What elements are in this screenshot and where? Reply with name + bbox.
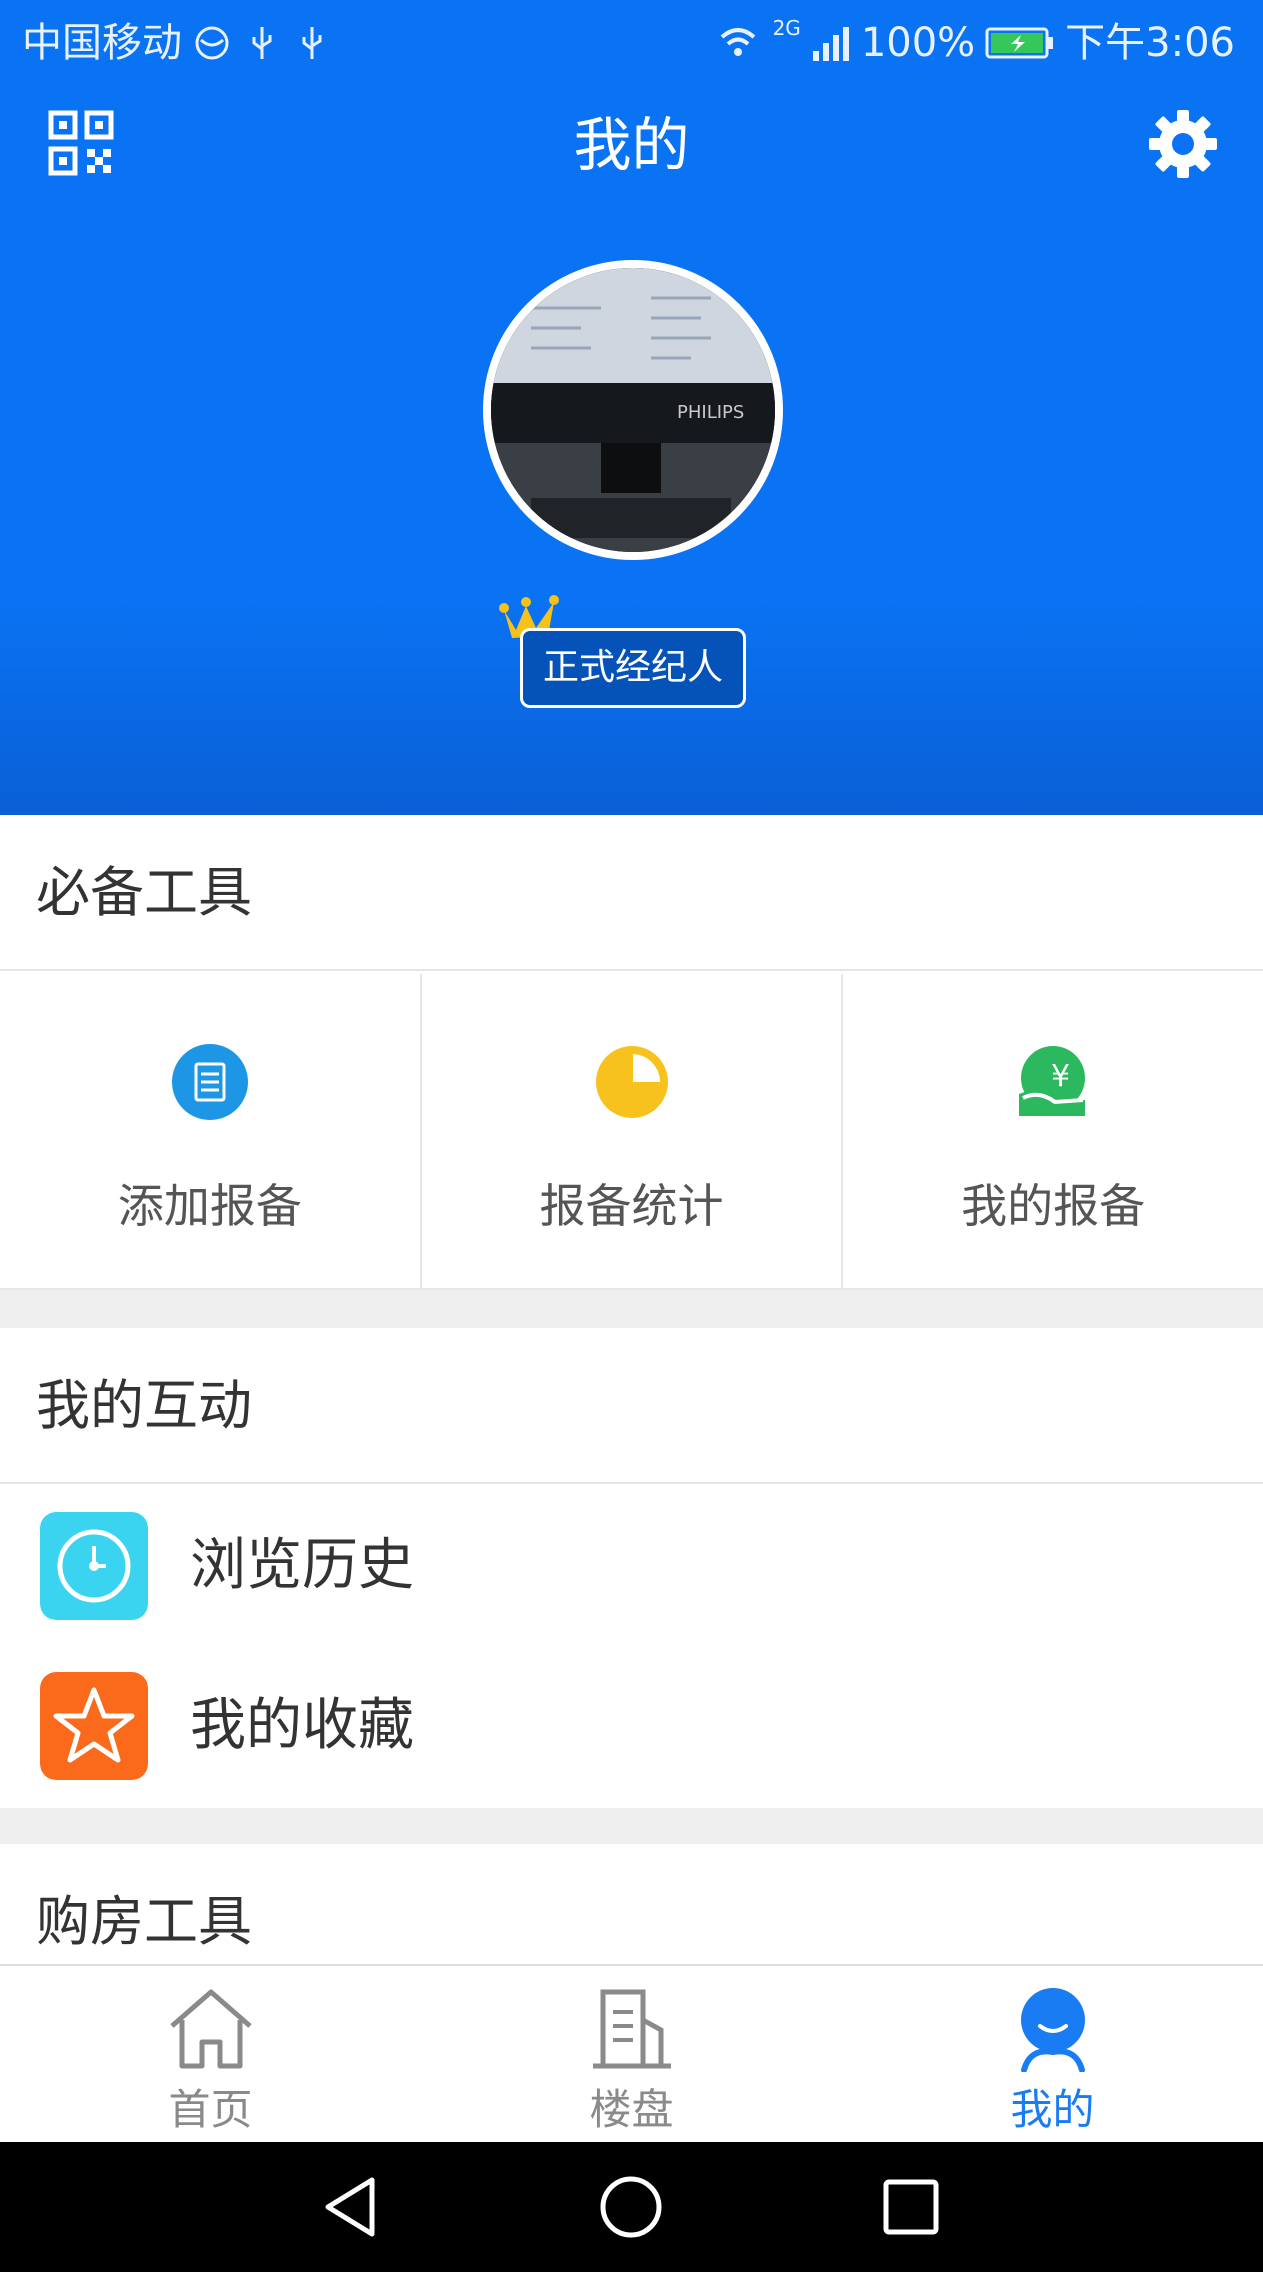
list-item-browse-history[interactable]: 浏览历史	[0, 1486, 1263, 1646]
tool-add-report[interactable]: 添加报备	[0, 974, 422, 1288]
clock-icon	[40, 1512, 148, 1620]
profile-icon	[1020, 1988, 1085, 2072]
tool-label: 报备统计	[539, 1179, 724, 1233]
building-icon	[592, 1989, 671, 2069]
section-title-interactions: 我的互动	[36, 1374, 252, 1437]
list-item-label: 我的收藏	[190, 1693, 414, 1758]
tab-label: 首页	[168, 2085, 253, 2134]
tab-label: 我的	[1010, 2085, 1095, 2134]
interactions-header: 我的互动	[0, 1328, 1263, 1484]
agent-badge: 正式经纪人	[498, 590, 758, 710]
title-bar: 我的	[0, 100, 1263, 190]
avatar-photo: PHILIPS	[491, 268, 775, 552]
status-bar: 中国移动 2G 100% 下午3:06	[0, 0, 1263, 82]
page-title: 我的	[573, 111, 690, 179]
recent-apps-icon[interactable]	[876, 2172, 946, 2242]
pie-chart-icon	[595, 1046, 668, 1118]
star-icon	[40, 1672, 148, 1780]
purchase-tools-header: 购房工具	[0, 1844, 1263, 1964]
section-divider	[0, 1808, 1263, 1844]
section-divider	[0, 1290, 1263, 1328]
gear-icon[interactable]	[1147, 108, 1219, 180]
network-type-label: 2G	[772, 16, 801, 40]
tab-buildings[interactable]: 楼盘	[421, 1966, 842, 2142]
usb-icon-2	[302, 27, 322, 59]
clock-label: 下午3:06	[1065, 20, 1235, 66]
carrier-label: 中国移动	[22, 20, 182, 66]
avatar-brand-text: PHILIPS	[677, 402, 744, 423]
back-icon[interactable]	[316, 2172, 386, 2242]
tool-report-stats[interactable]: 报备统计	[422, 974, 844, 1288]
essential-tools-header: 必备工具	[0, 815, 1263, 971]
usb-icon	[252, 27, 272, 59]
tab-label: 楼盘	[589, 2085, 674, 2134]
home-icon	[169, 1989, 252, 2069]
bottom-tab-bar: 首页 楼盘 我的	[0, 1964, 1263, 2142]
essential-tools-grid: 添加报备 报备统计 ¥ 我的报备	[0, 974, 1263, 1290]
list-item-favorites[interactable]: 我的收藏	[0, 1646, 1263, 1806]
document-icon	[171, 1044, 248, 1120]
avatar[interactable]: PHILIPS	[483, 260, 783, 560]
wifi-icon	[720, 28, 755, 56]
svg-text:¥: ¥	[1051, 1059, 1070, 1094]
tool-label: 我的报备	[961, 1179, 1146, 1233]
signal-indicator-icon	[195, 26, 229, 60]
agent-level-badge: 正式经纪人	[520, 628, 746, 708]
battery-percent: 100%	[860, 20, 976, 66]
home-circle-icon[interactable]	[596, 2172, 666, 2242]
section-title-essential-tools: 必备工具	[36, 861, 252, 924]
tool-my-reports[interactable]: ¥ 我的报备	[843, 974, 1263, 1288]
list-item-label: 浏览历史	[190, 1533, 414, 1598]
money-hand-icon: ¥	[1019, 1046, 1086, 1116]
cell-signal-icon	[812, 27, 849, 61]
tool-label: 添加报备	[117, 1179, 302, 1233]
system-navigation-bar	[0, 2142, 1263, 2272]
profile-header: 中国移动 2G 100% 下午3:06 我的 PHILIPS 正式经纪人	[0, 0, 1263, 815]
battery-charging-icon	[985, 27, 1054, 59]
tab-home[interactable]: 首页	[0, 1966, 421, 2142]
tab-profile[interactable]: 我的	[842, 1966, 1263, 2142]
